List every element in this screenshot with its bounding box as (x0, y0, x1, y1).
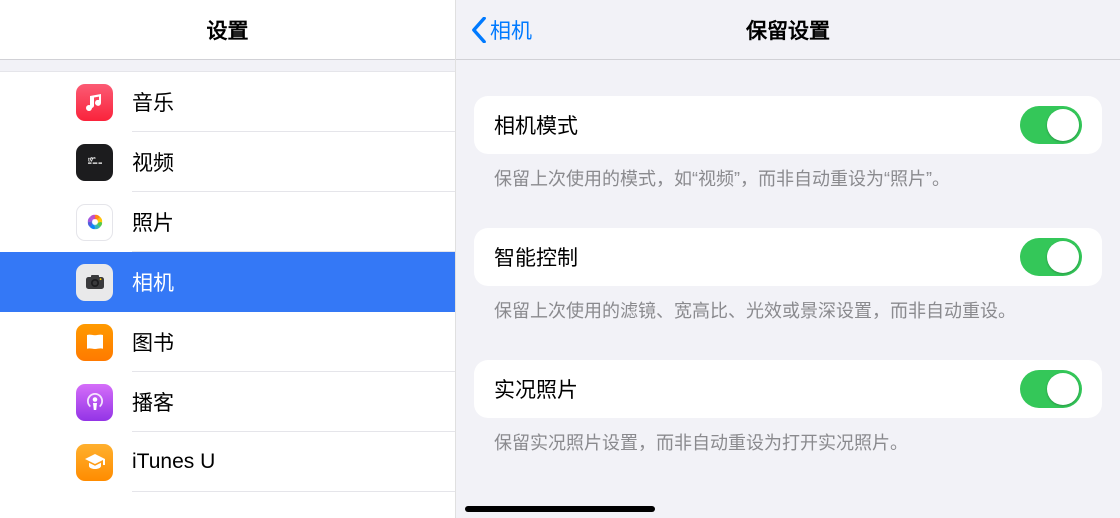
camera-mode-toggle[interactable] (1020, 106, 1082, 144)
sidebar-item-label: 相机 (132, 267, 174, 297)
setting-description: 保留上次使用的模式，如“视频”，而非自动重设为“照片”。 (474, 154, 1102, 192)
setting-row: 相机模式 (474, 96, 1102, 154)
setting-group-smart-controls: 智能控制 保留上次使用的滤镜、宽高比、光效或景深设置，而非自动重设。 (474, 228, 1102, 324)
back-button[interactable]: 相机 (470, 15, 532, 45)
setting-description: 保留上次使用的滤镜、宽高比、光效或景深设置，而非自动重设。 (474, 286, 1102, 324)
detail-header: 相机 保留设置 (456, 0, 1120, 60)
sidebar-item-label: iTunes U (132, 450, 215, 474)
sidebar-item-podcast[interactable]: 播客 (0, 372, 455, 432)
sidebar-header: 设置 (0, 0, 455, 60)
smart-controls-toggle[interactable] (1020, 238, 1082, 276)
video-icon: tv (76, 144, 113, 181)
sidebar-item-books[interactable]: 图书 (0, 312, 455, 372)
sidebar-item-label: 音乐 (132, 87, 174, 117)
detail-pane: 相机 保留设置 相机模式 保留上次使用的模式，如“视频”，而非自动重设为“照片”… (456, 0, 1120, 518)
sidebar-item-music[interactable]: 音乐 (0, 72, 455, 132)
photos-icon (76, 204, 113, 241)
sidebar-item-label: 播客 (132, 387, 174, 417)
books-icon (76, 324, 113, 361)
sidebar-spacer (0, 60, 455, 72)
sidebar-item-photos[interactable]: 照片 (0, 192, 455, 252)
setting-row: 实况照片 (474, 360, 1102, 418)
setting-label: 相机模式 (494, 110, 578, 140)
sidebar-item-label: 图书 (132, 327, 174, 357)
sidebar-item-itunesu[interactable]: iTunes U (0, 432, 455, 492)
settings-sidebar: 设置 音乐 tv 视频 (0, 0, 456, 518)
setting-description: 保留实况照片设置，而非自动重设为打开实况照片。 (474, 418, 1102, 456)
camera-icon (76, 264, 113, 301)
podcast-icon (76, 384, 113, 421)
sidebar-item-label: 视频 (132, 147, 174, 177)
detail-body: 相机模式 保留上次使用的模式，如“视频”，而非自动重设为“照片”。 智能控制 保… (456, 60, 1120, 518)
itunesu-icon (76, 444, 113, 481)
live-photo-toggle[interactable] (1020, 370, 1082, 408)
sidebar-title: 设置 (207, 15, 249, 45)
setting-group-camera-mode: 相机模式 保留上次使用的模式，如“视频”，而非自动重设为“照片”。 (474, 96, 1102, 192)
detail-title: 保留设置 (746, 15, 830, 45)
music-icon (76, 84, 113, 121)
chevron-left-icon (470, 17, 488, 43)
setting-label: 智能控制 (494, 242, 578, 272)
sidebar-item-video[interactable]: tv 视频 (0, 132, 455, 192)
sidebar-item-camera[interactable]: 相机 (0, 252, 455, 312)
sidebar-item-label: 照片 (132, 207, 174, 237)
sidebar-list: 音乐 tv 视频 (0, 72, 455, 518)
setting-group-live-photo: 实况照片 保留实况照片设置，而非自动重设为打开实况照片。 (474, 360, 1102, 456)
app-root: 设置 音乐 tv 视频 (0, 0, 1120, 518)
back-label: 相机 (490, 15, 532, 45)
setting-label: 实况照片 (494, 374, 578, 404)
home-indicator (465, 506, 655, 512)
setting-row: 智能控制 (474, 228, 1102, 286)
